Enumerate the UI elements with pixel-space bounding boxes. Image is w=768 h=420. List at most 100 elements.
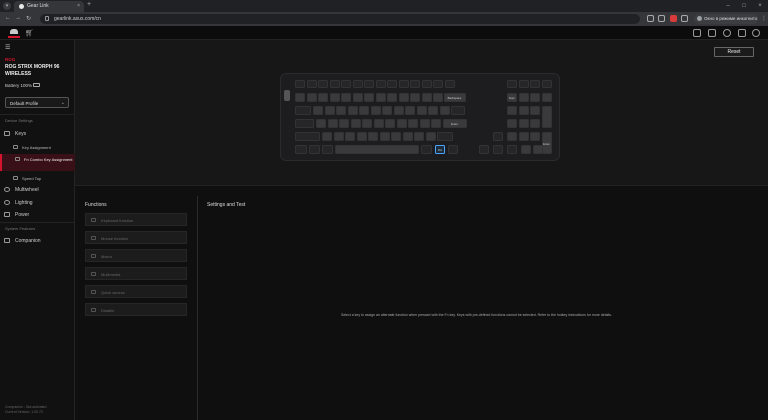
- key[interactable]: [350, 119, 361, 128]
- key[interactable]: [410, 93, 420, 102]
- key[interactable]: [410, 80, 420, 88]
- key[interactable]: [521, 145, 531, 154]
- new-tab-button[interactable]: +: [87, 1, 91, 8]
- key[interactable]: [370, 106, 381, 115]
- key[interactable]: [339, 119, 349, 128]
- key[interactable]: [387, 93, 397, 102]
- key[interactable]: [341, 80, 351, 88]
- key-down[interactable]: [493, 145, 503, 154]
- function-multimedia-button[interactable]: Multimedia: [85, 267, 187, 280]
- maximize-icon[interactable]: □: [736, 0, 752, 12]
- key[interactable]: [518, 132, 529, 141]
- key[interactable]: [306, 80, 317, 88]
- key[interactable]: [431, 119, 441, 128]
- key[interactable]: [306, 93, 317, 102]
- key-tab[interactable]: [295, 106, 311, 115]
- key[interactable]: [518, 80, 529, 88]
- key[interactable]: [316, 119, 326, 128]
- key-backspace[interactable]: Backspace: [443, 93, 466, 102]
- key[interactable]: [341, 93, 351, 102]
- key[interactable]: [322, 132, 332, 141]
- key[interactable]: [541, 80, 552, 88]
- key[interactable]: [379, 132, 390, 141]
- key[interactable]: [364, 93, 374, 102]
- key[interactable]: [444, 80, 455, 88]
- key[interactable]: [398, 80, 409, 88]
- key[interactable]: [433, 80, 443, 88]
- key[interactable]: [419, 119, 430, 128]
- key[interactable]: [295, 80, 305, 88]
- close-window-icon[interactable]: ×: [752, 0, 768, 12]
- profile-select[interactable]: Default Profile ⌄: [5, 97, 69, 108]
- browser-tab[interactable]: Gear Link ×: [14, 1, 84, 12]
- key[interactable]: [518, 119, 529, 128]
- key[interactable]: [329, 80, 340, 88]
- key-space[interactable]: [335, 145, 419, 154]
- key[interactable]: [375, 80, 386, 88]
- back-icon[interactable]: ←: [5, 15, 11, 21]
- sidebar-item-speed-tap[interactable]: Speed Tap: [0, 173, 75, 183]
- key[interactable]: [405, 106, 415, 115]
- key[interactable]: [373, 119, 384, 128]
- key-num[interactable]: Num: [507, 93, 517, 102]
- key-ctrl-right[interactable]: [448, 145, 458, 154]
- key[interactable]: [385, 119, 395, 128]
- notification-icon[interactable]: [738, 29, 746, 37]
- key[interactable]: [362, 119, 372, 128]
- key[interactable]: [318, 80, 328, 88]
- sidebar-item-key-assignment[interactable]: Key Assignment: [0, 142, 75, 152]
- key[interactable]: [541, 93, 552, 102]
- key[interactable]: [356, 132, 367, 141]
- key[interactable]: [333, 132, 344, 141]
- settings-gear-icon[interactable]: [752, 29, 760, 37]
- key-ctrl[interactable]: [295, 145, 307, 154]
- key[interactable]: [347, 106, 358, 115]
- function-quick-access-button[interactable]: Quick access: [85, 285, 187, 298]
- key[interactable]: [433, 93, 443, 102]
- key[interactable]: [313, 106, 323, 115]
- key[interactable]: [530, 119, 540, 128]
- key[interactable]: [507, 80, 517, 88]
- key[interactable]: [507, 119, 517, 128]
- key[interactable]: [364, 80, 374, 88]
- key-shift-left[interactable]: [295, 132, 320, 141]
- browser-menu-icon[interactable]: ⋮: [761, 15, 767, 22]
- key[interactable]: [408, 119, 418, 128]
- key[interactable]: [451, 106, 465, 115]
- key-num-enter[interactable]: Enter: [541, 132, 552, 154]
- key[interactable]: [382, 106, 392, 115]
- sidebar-item-lighting[interactable]: Lighting: [0, 197, 75, 208]
- sidebar-item-multiwheel[interactable]: Multiwheel: [0, 184, 75, 195]
- key[interactable]: [324, 106, 335, 115]
- key[interactable]: [352, 93, 363, 102]
- key[interactable]: [318, 93, 328, 102]
- extensions-puzzle-icon[interactable]: [681, 15, 688, 22]
- key[interactable]: [375, 93, 386, 102]
- key[interactable]: [352, 80, 363, 88]
- key-left[interactable]: [479, 145, 489, 154]
- translate-icon[interactable]: [647, 15, 654, 22]
- menu-icon[interactable]: ☰: [5, 44, 10, 51]
- key[interactable]: [507, 106, 517, 115]
- key[interactable]: [359, 106, 369, 115]
- key[interactable]: [530, 132, 540, 141]
- key[interactable]: [336, 106, 346, 115]
- key[interactable]: [327, 119, 338, 128]
- extension-icon[interactable]: [670, 15, 677, 22]
- reset-button[interactable]: Reset: [714, 47, 754, 57]
- key[interactable]: [530, 93, 540, 102]
- edit-icon[interactable]: [693, 29, 701, 37]
- key[interactable]: [295, 93, 305, 102]
- key[interactable]: [368, 132, 378, 141]
- incognito-profile-chip[interactable]: Окно в режиме инкогнито: [694, 14, 758, 24]
- key-win[interactable]: [309, 145, 320, 154]
- forward-icon[interactable]: →: [15, 15, 21, 21]
- refresh-icon[interactable]: [723, 29, 731, 37]
- tab-search-icon[interactable]: ▾: [3, 2, 11, 10]
- key[interactable]: [329, 93, 340, 102]
- key-fn[interactable]: Fn: [435, 145, 445, 154]
- function-keyboard-function-button[interactable]: Keyboard function: [85, 213, 187, 226]
- key-enter[interactable]: Enter: [442, 119, 467, 128]
- key[interactable]: [518, 93, 529, 102]
- key[interactable]: [533, 145, 543, 154]
